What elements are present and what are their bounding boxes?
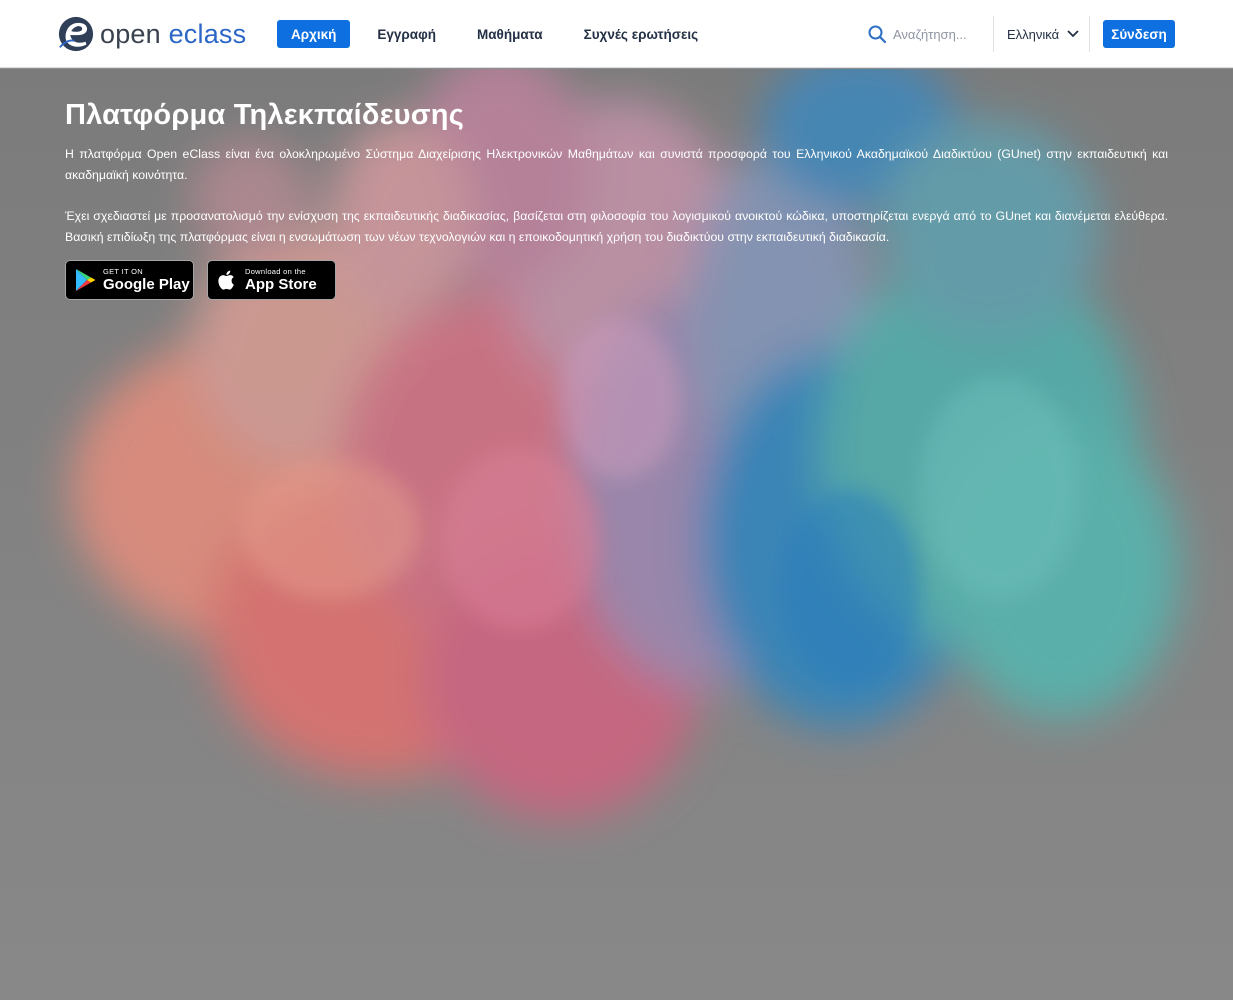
google-play-badge[interactable]: GET IT ON Google Play <box>65 260 194 300</box>
google-play-small-text: GET IT ON <box>103 266 143 276</box>
logo-text: open eclass <box>100 19 246 50</box>
app-store-big-text: App Store <box>245 276 317 294</box>
language-selector[interactable]: Ελληνικά <box>1007 20 1079 48</box>
header-divider <box>993 16 994 52</box>
nav-item-home[interactable]: Αρχική <box>277 20 351 48</box>
app-store-small-text: Download on the <box>245 266 306 276</box>
header-divider <box>1089 16 1090 52</box>
page-title: Πλατφόρμα Τηλεκπαίδευσης <box>65 99 464 131</box>
intro-paragraph-2: Έχει σχεδιαστεί με προσανατολισμό την εν… <box>65 209 1168 244</box>
logo-word-eclass: eclass <box>168 18 247 49</box>
app-store-text: Download on the App Store <box>245 268 317 293</box>
app-store-badge[interactable]: Download on the App Store <box>207 260 336 300</box>
top-navbar: open eclass Αρχική Εγγραφή Μαθήματα Συχν… <box>0 0 1233 68</box>
nav-item-register[interactable]: Εγγραφή <box>363 20 450 48</box>
chevron-down-icon <box>1067 30 1079 38</box>
main-nav: Αρχική Εγγραφή Μαθήματα Συχνές ερωτήσεις <box>277 20 725 48</box>
apple-icon <box>218 270 234 290</box>
logo-word-open: open <box>100 18 169 49</box>
search-icon[interactable] <box>867 24 887 44</box>
login-button[interactable]: Σύνδεση <box>1103 20 1175 48</box>
nav-item-faq[interactable]: Συχνές ερωτήσεις <box>570 20 713 48</box>
eclass-logo-icon <box>58 16 94 52</box>
google-play-text: GET IT ON Google Play <box>103 268 190 293</box>
open-eclass-logo[interactable]: open eclass <box>57 14 246 54</box>
google-play-icon <box>76 269 96 291</box>
search-input[interactable] <box>893 26 985 42</box>
google-play-big-text: Google Play <box>103 276 190 294</box>
intro-paragraph: Η πλατφόρμα Open eClass είναι ένα ολοκλη… <box>65 147 1168 182</box>
search-box <box>867 20 985 48</box>
nav-item-courses[interactable]: Μαθήματα <box>463 20 557 48</box>
language-label: Ελληνικά <box>1007 26 1060 42</box>
